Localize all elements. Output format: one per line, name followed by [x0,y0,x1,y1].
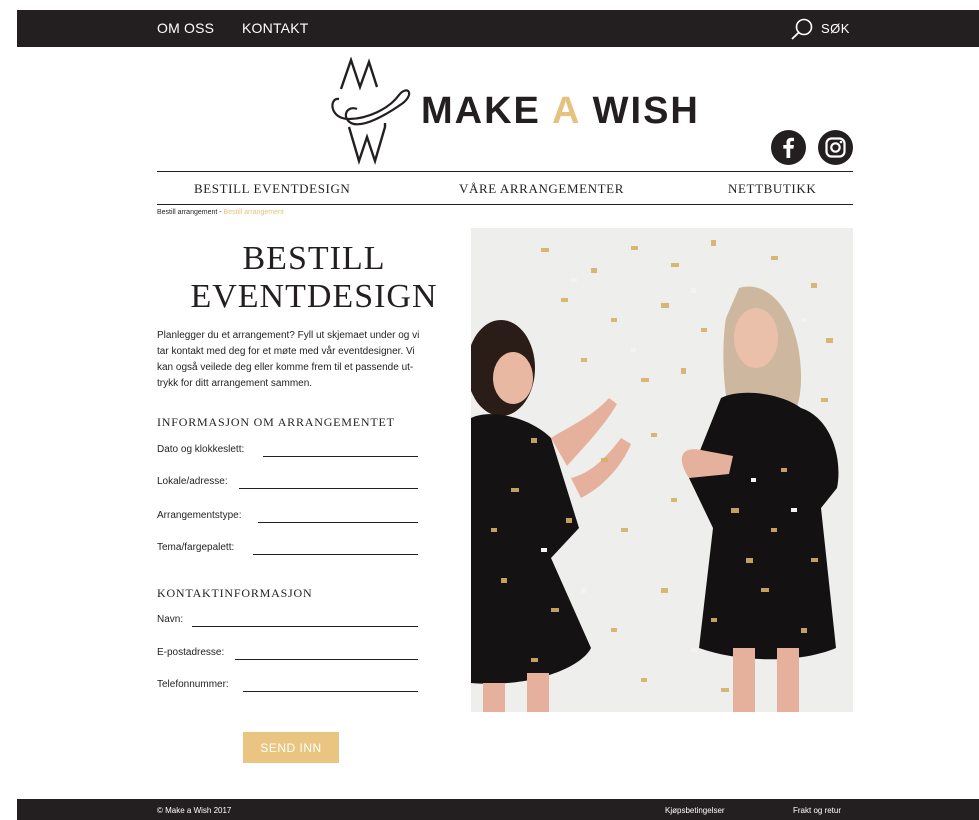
breadcrumb: Bestill arrangement - Bestill arrangemen… [157,209,284,216]
main-nav-vare-arrangementer[interactable]: VÅRE ARRANGEMENTER [459,181,624,197]
date-time-label: Dato og klokkeslett: [157,444,245,455]
intro-line: tar kontakt med deg for et møte med vår … [157,346,415,357]
theme-label: Tema/fargepalett: [157,542,235,553]
footer-link-kjopsbetingelser[interactable]: Kjøpsbetingelser [665,806,725,815]
event-info-heading: INFORMASJON OM ARRANGEMENTET [157,415,395,429]
footer-link-frakt-og-retur[interactable]: Frakt og retur [793,806,841,815]
breadcrumb-current: Bestill arrangement [223,209,284,216]
menu-divider-top [157,171,853,172]
facebook-button[interactable] [771,130,806,165]
page-title-line2: EVENTDESIGN [190,278,438,315]
confetti-photo-illustration [471,228,853,712]
page-title-line1: BESTILL [242,240,386,277]
main-nav-nettbutikk[interactable]: NETTBUTIKK [728,181,816,197]
intro-line: kan også veilede deg eller komme frem ti… [157,362,414,373]
intro-line: Planlegger du et arrangement? Fyll ut sk… [157,330,420,341]
event-type-input[interactable] [258,522,418,523]
nav-link-om-oss[interactable]: OM OSS [157,20,214,36]
email-label: E-postadresse: [157,647,225,658]
facebook-icon [783,137,794,158]
main-nav-bestill-eventdesign[interactable]: BESTILL EVENTDESIGN [194,181,350,197]
search-label: SØK [821,21,850,36]
top-nav-bar: OM OSS KONTAKT SØK [17,10,979,47]
footer-copyright: © Make a Wish 2017 [157,806,232,815]
venue-label: Lokale/adresse: [157,476,228,487]
email-input[interactable] [235,659,418,660]
theme-input[interactable] [253,554,418,555]
logo-word-a: A [552,90,581,132]
page-title: BESTILL EVENTDESIGN [157,240,471,316]
event-type-label: Arrangementstype: [157,510,242,521]
date-time-input[interactable] [263,456,418,457]
footer: © Make a Wish 2017 Kjøpsbetingelser Frak… [17,799,979,820]
logo-word-wish: WISH [592,90,700,132]
instagram-icon [825,137,846,158]
breadcrumb-parent[interactable]: Bestill arrangement [157,209,217,216]
phone-input[interactable] [243,691,418,692]
search-icon [791,18,813,40]
phone-label: Telefonnummer: [157,679,229,690]
contact-info-heading: KONTAKTINFORMASJON [157,586,313,600]
intro-text: Planlegger du et arrangement? Fyll ut sk… [157,328,465,392]
logo[interactable]: MAKE A WISH [329,57,699,165]
name-label: Navn: [157,614,184,625]
instagram-button[interactable] [818,130,853,165]
logo-mark-icon [331,57,411,165]
nav-link-kontakt[interactable]: KONTAKT [242,20,308,36]
menu-divider-bottom [157,204,853,205]
logo-word-make: MAKE [421,90,541,132]
submit-button[interactable]: SEND INN [243,732,339,763]
venue-input[interactable] [239,488,418,489]
name-input[interactable] [192,626,418,627]
hero-photo [471,228,853,712]
intro-line: trykk for ditt arrangement sammen. [157,378,313,389]
logo-wordmark: MAKE A WISH [421,90,700,133]
